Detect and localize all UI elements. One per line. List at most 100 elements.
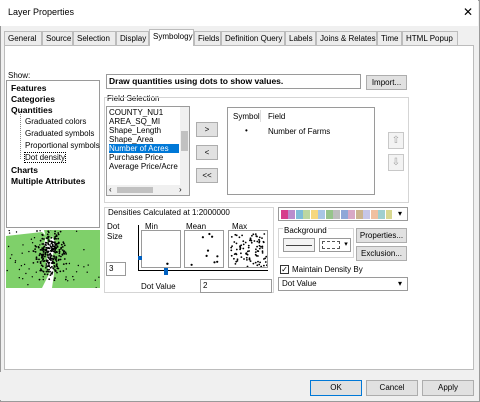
color-swatch bbox=[325, 210, 333, 219]
dot-size-input[interactable]: 3 bbox=[106, 262, 126, 276]
list-item[interactable]: COUNTY_NU1 bbox=[109, 108, 163, 117]
background-label: Background bbox=[283, 226, 328, 235]
density-dot bbox=[242, 240, 245, 243]
scrollbar-thumb[interactable] bbox=[181, 131, 188, 151]
move-down-icon[interactable]: ⇩ bbox=[388, 154, 404, 171]
available-fields-list[interactable]: COUNTY_NU1 AREA_SQ_MI Shape_Length Shape… bbox=[106, 106, 190, 196]
scroll-right-icon[interactable]: › bbox=[179, 185, 182, 194]
list-item[interactable]: Shape_Length bbox=[109, 126, 161, 135]
list-item[interactable]: Average Price/Acre bbox=[109, 162, 178, 171]
apply-button[interactable]: Apply bbox=[422, 380, 474, 396]
chevron-down-icon[interactable]: ▾ bbox=[394, 278, 406, 290]
density-dot bbox=[235, 248, 238, 251]
tab-html-popup[interactable]: HTML Popup bbox=[402, 31, 458, 45]
background-fill-symbol[interactable]: ▾ bbox=[319, 238, 351, 252]
maintain-density-checkbox[interactable]: ✓ bbox=[280, 265, 289, 274]
map-dot bbox=[58, 258, 60, 261]
tab-definition-query[interactable]: Definition Query bbox=[221, 31, 285, 45]
map-dot bbox=[14, 261, 16, 264]
chevron-down-icon[interactable]: ▾ bbox=[342, 239, 350, 251]
dot-value-input[interactable]: 2 bbox=[200, 279, 272, 293]
dot-value-slider-thumb[interactable] bbox=[164, 268, 168, 275]
map-dot bbox=[52, 267, 55, 269]
add-field-button[interactable]: > bbox=[196, 122, 218, 137]
dot-size-slider-thumb[interactable] bbox=[138, 256, 142, 260]
list-item[interactable]: AREA_SQ_MI bbox=[109, 117, 160, 126]
map-dot bbox=[41, 247, 44, 250]
exclusion-button[interactable]: Exclusion... bbox=[356, 246, 407, 261]
map-dot bbox=[58, 255, 61, 257]
list-item[interactable]: Purchase Price bbox=[109, 153, 163, 162]
map-dot bbox=[48, 261, 51, 264]
tab-joins-relates[interactable]: Joins & Relates bbox=[316, 31, 377, 45]
close-icon[interactable]: ✕ bbox=[461, 5, 475, 19]
remove-all-fields-button[interactable]: << bbox=[196, 168, 218, 183]
map-dot bbox=[42, 243, 45, 245]
map-dot bbox=[38, 258, 40, 261]
tree-item-proportional-symbols[interactable]: Proportional symbols bbox=[25, 141, 100, 150]
list-item[interactable]: Shape_Area bbox=[109, 135, 153, 144]
map-dot bbox=[53, 262, 56, 264]
dot-density-preview-map bbox=[6, 228, 100, 289]
scrollbar-thumb[interactable] bbox=[117, 187, 153, 193]
map-dot bbox=[45, 246, 48, 249]
map-dot bbox=[38, 278, 41, 281]
scroll-left-icon[interactable]: ‹ bbox=[109, 185, 112, 194]
tab-selection[interactable]: Selection bbox=[73, 31, 116, 45]
cancel-button[interactable]: Cancel bbox=[366, 380, 418, 396]
density-dot bbox=[250, 241, 253, 244]
list-item-selected[interactable]: Number of Acres bbox=[109, 144, 179, 153]
table-row-field[interactable]: Number of Farms bbox=[268, 127, 330, 136]
tab-fields[interactable]: Fields bbox=[194, 31, 221, 45]
tree-item-graduated-symbols[interactable]: Graduated symbols bbox=[25, 129, 94, 138]
color-scheme-combo[interactable]: ▾ bbox=[278, 207, 408, 221]
map-dot bbox=[45, 260, 48, 263]
symbol-column-header: Symbol bbox=[233, 112, 260, 121]
map-dot bbox=[54, 258, 57, 261]
fields-vertical-scrollbar[interactable] bbox=[180, 107, 189, 185]
density-dot bbox=[233, 241, 236, 243]
chevron-down-icon[interactable]: ▾ bbox=[394, 208, 406, 220]
tree-item-charts[interactable]: Charts bbox=[11, 165, 38, 175]
tab-display[interactable]: Display bbox=[116, 31, 149, 45]
map-dot bbox=[47, 270, 50, 273]
tree-item-features[interactable]: Features bbox=[11, 83, 46, 93]
map-dot bbox=[83, 266, 85, 268]
dot-value-label: Dot Value bbox=[141, 282, 176, 291]
density-slider-track[interactable] bbox=[138, 225, 142, 270]
density-dot bbox=[235, 242, 238, 245]
color-swatch bbox=[363, 210, 371, 219]
ok-button[interactable]: OK bbox=[310, 380, 362, 396]
symbol-field-table[interactable]: Symbol Field • Number of Farms bbox=[227, 107, 375, 195]
density-dot bbox=[258, 263, 261, 266]
import-button[interactable]: Import... bbox=[366, 75, 407, 90]
tab-source[interactable]: Source bbox=[42, 31, 73, 45]
remove-field-button[interactable]: < bbox=[196, 145, 218, 160]
map-dot bbox=[39, 244, 41, 246]
tree-item-categories[interactable]: Categories bbox=[11, 94, 55, 104]
tree-item-graduated-colors[interactable]: Graduated colors bbox=[25, 117, 86, 126]
tree-item-dot-density[interactable]: Dot density bbox=[23, 152, 67, 163]
background-line-symbol[interactable] bbox=[283, 238, 315, 252]
tab-labels[interactable]: Labels bbox=[285, 31, 316, 45]
maintain-density-combo[interactable]: Dot Value ▾ bbox=[278, 277, 408, 291]
tab-general[interactable]: General bbox=[4, 31, 42, 45]
tree-item-multiple-attributes[interactable]: Multiple Attributes bbox=[11, 176, 85, 186]
tab-symbology[interactable]: Symbology bbox=[149, 29, 194, 46]
map-dot bbox=[35, 271, 37, 273]
map-dot bbox=[53, 279, 56, 282]
map-dot bbox=[98, 276, 100, 278]
density-dot bbox=[211, 235, 214, 238]
color-swatch bbox=[310, 210, 318, 219]
tree-item-quantities[interactable]: Quantities bbox=[11, 105, 53, 115]
density-dot bbox=[205, 254, 208, 257]
properties-button[interactable]: Properties... bbox=[356, 228, 407, 243]
dot-size-label: Dot Size bbox=[107, 222, 123, 241]
fields-horizontal-scrollbar[interactable]: ‹ › bbox=[107, 185, 189, 195]
field-symbol-dot[interactable]: • bbox=[245, 126, 248, 135]
tab-time[interactable]: Time bbox=[377, 31, 402, 45]
density-dot bbox=[266, 264, 267, 267]
map-dot bbox=[39, 239, 42, 242]
move-up-icon[interactable]: ⇧ bbox=[388, 132, 404, 149]
density-dot bbox=[240, 256, 243, 258]
